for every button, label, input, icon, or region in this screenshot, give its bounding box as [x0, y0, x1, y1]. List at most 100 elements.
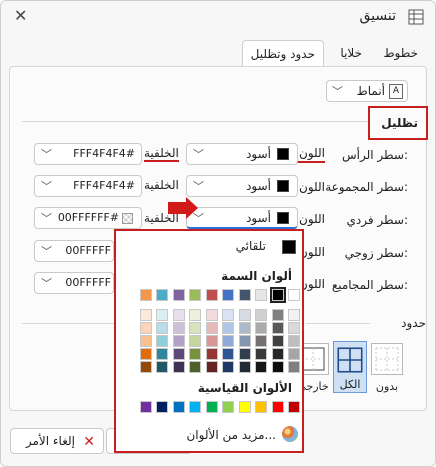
theme-shade-swatch[interactable]	[288, 309, 300, 321]
standard-color-swatch[interactable]	[189, 401, 201, 413]
theme-shade-swatch[interactable]	[255, 322, 267, 334]
theme-shade-swatch[interactable]	[288, 335, 300, 347]
theme-shade-swatch[interactable]	[238, 361, 251, 373]
theme-shade-swatch[interactable]	[238, 322, 251, 334]
tab-fonts[interactable]: خطوط	[375, 40, 426, 66]
theme-shade-swatch[interactable]	[238, 335, 251, 347]
theme-shade-swatch[interactable]	[205, 361, 218, 373]
theme-shade-swatch[interactable]	[172, 335, 185, 347]
odd-color-combo[interactable]: أسود ﹀	[186, 207, 298, 229]
theme-shade-swatch[interactable]	[205, 335, 218, 347]
theme-shade-swatch[interactable]	[255, 335, 267, 347]
group-color-combo[interactable]: أسود ﹀	[186, 175, 298, 197]
theme-shade-swatch[interactable]	[189, 348, 201, 360]
theme-shade-swatch[interactable]	[255, 361, 267, 373]
theme-color-swatch[interactable]	[238, 289, 251, 301]
preset-none-button[interactable]	[371, 343, 403, 375]
theme-shade-swatch[interactable]	[172, 348, 185, 360]
theme-shade-swatch[interactable]	[189, 309, 201, 321]
theme-shade-swatch[interactable]	[205, 348, 218, 360]
header-bg-combo[interactable]: FFF4F4F4# ﹀	[34, 143, 142, 165]
standard-color-swatch[interactable]	[139, 401, 152, 413]
theme-shade-swatch[interactable]	[139, 348, 152, 360]
theme-shade-swatch[interactable]	[156, 322, 168, 334]
theme-shade-swatch[interactable]	[172, 309, 185, 321]
standard-color-swatch[interactable]	[255, 401, 267, 413]
theme-shade-swatch[interactable]	[139, 361, 152, 373]
theme-shade-swatch[interactable]	[288, 348, 300, 360]
theme-shade-swatch[interactable]	[222, 335, 234, 347]
group-bg-combo[interactable]: FFF4F4F4# ﹀	[34, 175, 142, 197]
theme-color-swatch[interactable]	[156, 289, 168, 301]
theme-shade-swatch[interactable]	[189, 322, 201, 334]
theme-shade-swatch[interactable]	[271, 309, 284, 321]
cancel-button[interactable]: ✕ إلغاء الأمر	[10, 428, 104, 454]
automatic-color-swatch	[282, 240, 296, 254]
theme-color-swatch[interactable]	[205, 289, 218, 301]
standard-colors-title: الألوان القياسية	[197, 381, 292, 395]
dialog-title: تنسيق	[359, 8, 396, 24]
theme-color-swatch[interactable]	[189, 289, 201, 301]
odd-bg-combo[interactable]: 00FFFFFF# ﹀	[34, 207, 142, 229]
theme-shade-swatch[interactable]	[156, 335, 168, 347]
theme-shade-swatch[interactable]	[205, 309, 218, 321]
header-color-combo[interactable]: أسود ﹀	[186, 143, 298, 165]
theme-shade-swatch[interactable]	[189, 335, 201, 347]
table-format-icon	[408, 9, 424, 25]
standard-color-swatch[interactable]	[205, 401, 218, 413]
preset-all-label: الكل	[339, 378, 361, 391]
standard-color-swatch[interactable]	[172, 401, 185, 413]
theme-color-swatch[interactable]	[288, 289, 300, 301]
theme-shade-swatch[interactable]	[288, 322, 300, 334]
theme-shade-swatch[interactable]	[139, 309, 152, 321]
color-picker-popup: تلقائي ألوان السمة الألوان القياسية مزيد…	[114, 229, 304, 453]
theme-shade-swatch[interactable]	[205, 322, 218, 334]
theme-shade-swatch[interactable]	[172, 361, 185, 373]
header-bg-value: FFF4F4F4#	[73, 147, 135, 160]
theme-shade-swatch[interactable]	[288, 361, 300, 373]
more-colors-option[interactable]: مزيد من الألوان...	[186, 428, 276, 442]
theme-shade-swatch[interactable]	[222, 361, 234, 373]
theme-shade-swatch[interactable]	[238, 309, 251, 321]
theme-shade-swatch[interactable]	[222, 348, 234, 360]
theme-shade-swatch[interactable]	[156, 348, 168, 360]
theme-shade-swatch[interactable]	[156, 309, 168, 321]
theme-color-swatch[interactable]	[255, 289, 267, 301]
preset-all-button[interactable]: الكل	[333, 341, 367, 393]
theme-shade-swatch[interactable]	[255, 348, 267, 360]
tab-borders-shading[interactable]: حدود وتظليل	[241, 40, 324, 66]
standard-color-swatch[interactable]	[288, 401, 300, 413]
border-all-icon	[337, 347, 363, 373]
theme-color-swatch[interactable]	[269, 287, 286, 303]
totals-bg-combo[interactable]: 00FFFFF ﹀	[34, 272, 114, 294]
theme-shade-swatch[interactable]	[271, 322, 284, 334]
close-icon[interactable]: ✕	[14, 6, 27, 25]
theme-shade-swatch[interactable]	[271, 348, 284, 360]
tab-cells[interactable]: خلايا	[332, 40, 370, 66]
theme-shade-swatch[interactable]	[222, 322, 234, 334]
theme-shade-swatch[interactable]	[172, 322, 185, 334]
theme-shade-swatch[interactable]	[139, 335, 152, 347]
automatic-color-label: تلقائي	[235, 239, 266, 253]
automatic-color-option[interactable]: تلقائي	[122, 237, 296, 259]
theme-shade-swatch[interactable]	[139, 322, 152, 334]
theme-shade-swatch[interactable]	[255, 309, 267, 321]
standard-color-swatch[interactable]	[156, 401, 168, 413]
standard-color-swatch[interactable]	[238, 401, 251, 413]
standard-color-swatch[interactable]	[222, 401, 234, 413]
chevron-down-icon: ﹀	[41, 148, 52, 161]
theme-color-swatch[interactable]	[172, 289, 185, 301]
standard-color-swatch[interactable]	[271, 401, 284, 413]
theme-shade-swatch[interactable]	[271, 361, 284, 373]
theme-color-swatch[interactable]	[222, 289, 234, 301]
theme-color-swatch[interactable]	[139, 289, 152, 301]
theme-shade-swatch[interactable]	[238, 348, 251, 360]
theme-shade-swatch[interactable]	[271, 335, 284, 347]
theme-shade-swatch[interactable]	[156, 361, 168, 373]
even-bg-combo[interactable]: 00FFFFF ﹀	[34, 240, 114, 262]
odd-bg-value: 00FFFFFF#	[57, 211, 119, 224]
theme-shade-swatch[interactable]	[189, 361, 201, 373]
styles-button[interactable]: A أنماط ﹀	[326, 80, 408, 102]
chevron-down-icon: ﹀	[193, 180, 204, 193]
theme-shade-swatch[interactable]	[222, 309, 234, 321]
